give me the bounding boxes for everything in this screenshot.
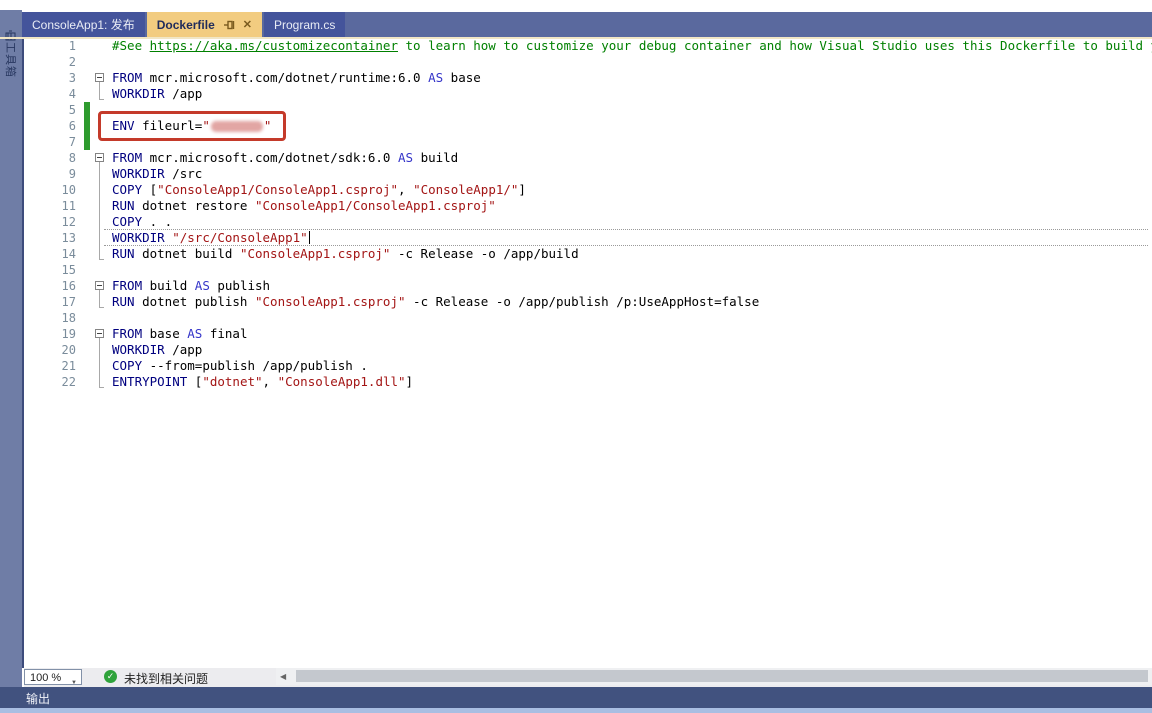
code-text: ENTRYPOINT ["dotnet", "ConsoleApp1.dll"] <box>112 374 413 390</box>
output-panel-title: 输出 <box>26 690 50 707</box>
code-text: WORKDIR /src <box>112 166 202 182</box>
code-line[interactable]: 17 RUN dotnet publish "ConsoleApp1.csproj… <box>0 294 1152 310</box>
code-line[interactable]: 4 WORKDIR /app <box>0 86 1152 102</box>
code-text: RUN dotnet restore "ConsoleApp1/ConsoleA… <box>112 198 496 214</box>
line-number: 8 <box>30 151 76 165</box>
line-number: 7 <box>30 135 76 149</box>
code-line[interactable]: 12 COPY . . <box>0 214 1152 230</box>
code-line[interactable]: 19 FROM base AS final <box>0 326 1152 342</box>
code-text: WORKDIR "/src/ConsoleApp1" <box>112 230 310 246</box>
code-text: WORKDIR /app <box>112 342 202 358</box>
line-number: 9 <box>30 167 76 181</box>
code-text: FROM mcr.microsoft.com/dotnet/runtime:6.… <box>112 70 481 86</box>
code-text: FROM mcr.microsoft.com/dotnet/sdk:6.0 AS… <box>112 150 458 166</box>
line-number: 16 <box>30 279 76 293</box>
pin-icon[interactable] <box>224 20 235 30</box>
code-line[interactable]: 22 ENTRYPOINT ["dotnet", "ConsoleApp1.dll… <box>0 374 1152 390</box>
bottom-edge-strip <box>0 708 1152 713</box>
tab-label: Program.cs <box>274 18 335 32</box>
fold-collapse-box[interactable] <box>95 153 104 162</box>
annotation-red-box <box>98 111 286 141</box>
code-line[interactable]: 20 WORKDIR /app <box>0 342 1152 358</box>
line-number: 6 <box>30 119 76 133</box>
code-text: COPY . . <box>112 214 172 230</box>
code-text: FROM build AS publish <box>112 278 270 294</box>
line-number: 15 <box>30 263 76 277</box>
code-text: COPY --from=publish /app/publish . <box>112 358 368 374</box>
document-tab-bar: ConsoleApp1: 发布 Dockerfile ✕ Program.cs <box>22 12 1152 37</box>
fold-guide-line <box>99 338 100 387</box>
fold-collapse-box[interactable] <box>95 329 104 338</box>
tab-label: ConsoleApp1: 发布 <box>32 16 135 33</box>
code-line[interactable]: 18 <box>0 310 1152 326</box>
tab-dockerfile[interactable]: Dockerfile ✕ <box>147 12 262 37</box>
visual-studio-window: 工具箱 ConsoleApp1: 发布 Dockerfile ✕ Program… <box>0 0 1152 713</box>
line-number: 3 <box>30 71 76 85</box>
scroll-left-icon[interactable]: ◀ <box>280 672 286 681</box>
code-line[interactable]: 8 FROM mcr.microsoft.com/dotnet/sdk:6.0 A… <box>0 150 1152 166</box>
code-line[interactable]: 10 COPY ["ConsoleApp1/ConsoleApp1.csproj"… <box>0 182 1152 198</box>
code-text: RUN dotnet build "ConsoleApp1.csproj" -c… <box>112 246 579 262</box>
line-number: 12 <box>30 215 76 229</box>
tab-program-cs[interactable]: Program.cs <box>264 12 345 37</box>
line-number: 10 <box>30 183 76 197</box>
horizontal-scrollbar[interactable]: ◀ <box>276 668 1152 685</box>
fold-guide-end <box>99 307 104 308</box>
fold-guide-line <box>99 162 100 259</box>
line-number: 19 <box>30 327 76 341</box>
line-number: 5 <box>30 103 76 117</box>
health-status-message: 未找到相关问题 <box>124 670 208 687</box>
code-text: WORKDIR /app <box>112 86 202 102</box>
fold-guide-end <box>99 99 104 100</box>
check-circle-icon: ✓ <box>104 670 117 683</box>
zoom-level-value: 100 % <box>30 672 61 684</box>
fold-collapse-box[interactable] <box>95 281 104 290</box>
line-number: 13 <box>30 231 76 245</box>
horizontal-scrollbar-thumb[interactable] <box>296 670 1148 682</box>
code-line[interactable]: 3 FROM mcr.microsoft.com/dotnet/runtime:6… <box>0 70 1152 86</box>
tab-consoleapp1-publish[interactable]: ConsoleApp1: 发布 <box>22 12 145 37</box>
line-number: 14 <box>30 247 76 261</box>
code-line[interactable]: 13 WORKDIR "/src/ConsoleApp1" <box>0 230 1152 246</box>
code-line[interactable]: 11 RUN dotnet restore "ConsoleApp1/Consol… <box>0 198 1152 214</box>
code-text: #See https://aka.ms/customizecontainer t… <box>112 38 1152 54</box>
output-panel-titlebar[interactable]: 输出 <box>0 687 1152 708</box>
line-number: 18 <box>30 311 76 325</box>
fold-guide-line <box>99 82 100 99</box>
code-line[interactable]: 14 RUN dotnet build "ConsoleApp1.csproj" … <box>0 246 1152 262</box>
line-number: 20 <box>30 343 76 357</box>
line-number: 1 <box>30 39 76 53</box>
code-line[interactable]: 21 COPY --from=publish /app/publish . <box>0 358 1152 374</box>
editor-status-row: 100 % ▼ ✓ 未找到相关问题 ◀ <box>24 668 1152 687</box>
fold-guide-end <box>99 387 104 388</box>
code-line[interactable]: 15 <box>0 262 1152 278</box>
line-number: 22 <box>30 375 76 389</box>
fold-guide-end <box>99 259 104 260</box>
code-line[interactable]: 1 #See https://aka.ms/customizecontainer … <box>0 38 1152 54</box>
text-cursor <box>309 231 310 244</box>
code-text: COPY ["ConsoleApp1/ConsoleApp1.csproj", … <box>112 182 526 198</box>
code-text: RUN dotnet publish "ConsoleApp1.csproj" … <box>112 294 759 310</box>
close-icon[interactable]: ✕ <box>243 18 252 31</box>
line-number: 2 <box>30 55 76 69</box>
fold-collapse-box[interactable] <box>95 73 104 82</box>
code-line[interactable]: 16 FROM build AS publish <box>0 278 1152 294</box>
line-number: 21 <box>30 359 76 373</box>
code-line[interactable]: 9 WORKDIR /src <box>0 166 1152 182</box>
line-number: 4 <box>30 87 76 101</box>
code-line[interactable]: 2 <box>0 54 1152 70</box>
code-text: FROM base AS final <box>112 326 247 342</box>
line-number: 17 <box>30 295 76 309</box>
zoom-level-select[interactable]: 100 % ▼ <box>24 669 82 685</box>
line-number: 11 <box>30 199 76 213</box>
fold-guide-line <box>99 290 100 307</box>
tab-label: Dockerfile <box>157 18 215 32</box>
